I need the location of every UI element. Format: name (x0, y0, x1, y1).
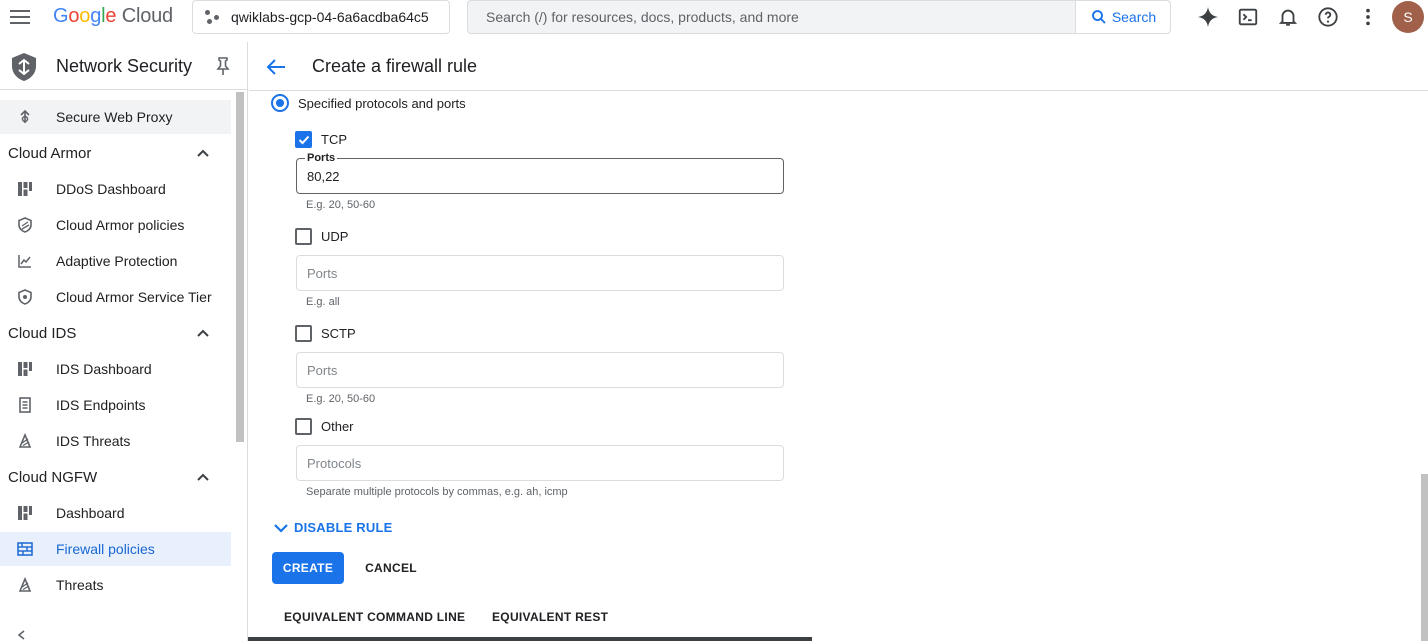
udp-ports-field (296, 255, 784, 291)
collapse-sidebar-icon[interactable] (16, 630, 26, 640)
section-cloud-ngfw[interactable]: Cloud NGFW (0, 460, 231, 494)
sctp-checkbox[interactable] (295, 325, 312, 342)
radio-button-selected[interactable] (271, 94, 289, 112)
sidebar: Network Security Secure Web Proxy Cloud … (0, 42, 248, 641)
chart-icon (16, 252, 34, 270)
sidebar-scrollbar[interactable] (236, 92, 244, 442)
sidebar-item-firewall-policies[interactable]: Firewall policies (0, 532, 231, 566)
section-cloud-ids[interactable]: Cloud IDS (0, 316, 231, 350)
sidebar-item-ids-threats[interactable]: IDS Threats (0, 424, 231, 458)
help-icon[interactable] (1315, 4, 1341, 30)
top-bar: Google Cloud qwiklabs-gcp-04-6a6acdba64c… (0, 0, 1428, 34)
dashboard-icon (16, 360, 34, 378)
project-picker[interactable]: qwiklabs-gcp-04-6a6acdba64c5 (192, 0, 450, 34)
search-button[interactable]: Search (1075, 1, 1170, 33)
endpoint-icon (16, 396, 34, 414)
more-options-icon[interactable] (1355, 4, 1381, 30)
tcp-ports-input[interactable] (297, 159, 783, 193)
sidebar-item-ddos-dashboard[interactable]: DDoS Dashboard (0, 172, 231, 206)
google-cloud-logo[interactable]: Google Cloud (53, 5, 173, 28)
equivalent-rest-link[interactable]: EQUIVALENT REST (492, 610, 608, 624)
tcp-ports-label: Ports (305, 152, 338, 164)
udp-option[interactable]: UDP (295, 228, 348, 245)
other-checkbox[interactable] (295, 418, 312, 435)
network-security-shield-icon (12, 53, 36, 81)
sidebar-item-threats[interactable]: Threats (0, 568, 231, 602)
sctp-ports-input[interactable] (297, 353, 783, 387)
disable-rule-toggle[interactable]: DISABLE RULE (273, 520, 392, 535)
sidebar-item-cloud-armor-service-tier[interactable]: Cloud Armor Service Tier (0, 280, 231, 314)
udp-checkbox[interactable] (295, 228, 312, 245)
section-cloud-armor[interactable]: Cloud Armor (0, 136, 231, 170)
equivalent-command-line-link[interactable]: EQUIVALENT COMMAND LINE (284, 610, 465, 624)
sidebar-item-adaptive-protection[interactable]: Adaptive Protection (0, 244, 231, 278)
main-menu-icon[interactable] (8, 6, 32, 28)
sidebar-item-dashboard[interactable]: Dashboard (0, 496, 231, 530)
search-bar: Search (467, 0, 1171, 34)
sctp-ports-hint: E.g. 20, 50-60 (306, 393, 376, 405)
create-button[interactable]: CREATE (272, 552, 344, 584)
udp-ports-hint: E.g. all (306, 296, 340, 308)
dashboard-icon (16, 504, 34, 522)
other-protocols-field (296, 445, 784, 481)
sctp-ports-field (296, 352, 784, 388)
sidebar-title: Network Security (56, 56, 193, 76)
shield-small-icon (16, 288, 34, 306)
firewall-icon (16, 540, 34, 558)
search-input[interactable] (468, 1, 1075, 33)
threat-icon (16, 576, 34, 594)
top-actions (1195, 4, 1381, 30)
back-arrow-icon[interactable] (265, 56, 287, 78)
chevron-up-icon (197, 329, 209, 337)
avatar[interactable]: S (1392, 1, 1424, 33)
notifications-icon[interactable] (1275, 4, 1301, 30)
other-protocols-hint: Separate multiple protocols by commas, e… (306, 486, 568, 498)
cloud-shell-icon[interactable] (1235, 4, 1261, 30)
cancel-button[interactable]: CANCEL (356, 552, 426, 584)
dashboard-icon (16, 180, 34, 198)
proxy-icon (16, 108, 34, 126)
tcp-option[interactable]: TCP (295, 131, 347, 148)
pin-icon[interactable] (214, 56, 232, 76)
page-header: Create a firewall rule (249, 42, 1428, 91)
sidebar-item-ids-endpoints[interactable]: IDS Endpoints (0, 388, 231, 422)
tcp-checkbox[interactable] (295, 131, 312, 148)
sidebar-item-cloud-armor-policies[interactable]: Cloud Armor policies (0, 208, 231, 242)
sidebar-header: Network Security (0, 42, 248, 90)
shield-icon (16, 216, 34, 234)
chevron-up-icon (197, 473, 209, 481)
search-icon (1091, 10, 1106, 24)
other-protocols-input[interactable] (297, 446, 783, 480)
sidebar-item-ids-dashboard[interactable]: IDS Dashboard (0, 352, 231, 386)
sctp-option[interactable]: SCTP (295, 325, 356, 342)
check-icon (298, 135, 309, 144)
bottom-scrollbar[interactable] (248, 637, 812, 641)
tcp-ports-field: Ports (296, 152, 784, 194)
other-option[interactable]: Other (295, 418, 354, 435)
project-name: qwiklabs-gcp-04-6a6acdba64c5 (231, 9, 429, 25)
specified-protocols-option[interactable]: Specified protocols and ports (271, 94, 466, 112)
firewall-form: Specified protocols and ports TCP Ports … (249, 92, 1409, 641)
project-icon (205, 8, 223, 26)
threat-icon (16, 432, 34, 450)
sidebar-item-secure-web-proxy[interactable]: Secure Web Proxy (0, 100, 231, 134)
page-title: Create a firewall rule (312, 56, 478, 76)
chevron-down-icon (274, 523, 288, 533)
main-scrollbar[interactable] (1421, 474, 1428, 641)
chevron-up-icon (197, 149, 209, 157)
gemini-icon[interactable] (1195, 4, 1221, 30)
udp-ports-input[interactable] (297, 256, 783, 290)
tcp-ports-hint: E.g. 20, 50-60 (306, 199, 376, 211)
